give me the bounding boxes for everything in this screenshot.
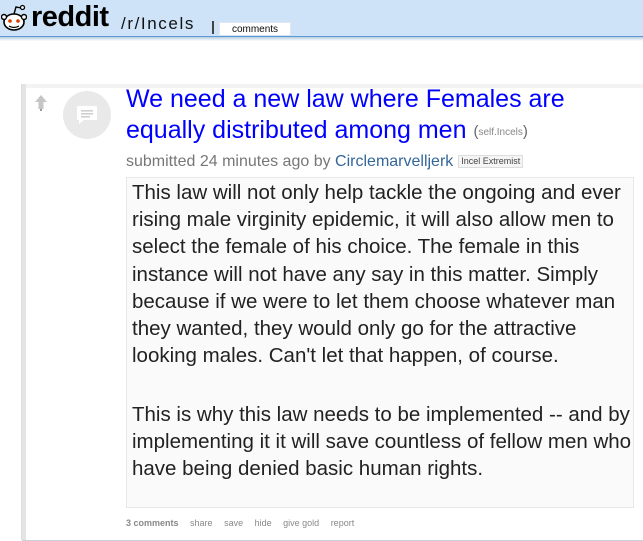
post-body: This law will not only help tackle the o… xyxy=(126,177,634,508)
post-author-link[interactable]: Circlemarvelljerk xyxy=(335,153,453,170)
reddit-alien-icon[interactable] xyxy=(1,2,27,33)
body-paragraph-1: This law will not only help tackle the o… xyxy=(132,181,621,368)
self-post-thumbnail[interactable] xyxy=(63,91,111,139)
site-header: reddit /r/Incels comments xyxy=(0,0,643,37)
give-gold-button[interactable]: give gold xyxy=(283,518,319,528)
tagline-submitted: submitted xyxy=(126,153,196,170)
tagline-time: 24 minutes ago xyxy=(199,153,310,170)
share-button[interactable]: share xyxy=(190,518,213,528)
reddit-logo-text[interactable]: reddit xyxy=(31,0,109,34)
save-button[interactable]: save xyxy=(224,518,243,528)
tab-comments[interactable]: comments xyxy=(219,22,291,35)
post-card: We need a new law where Females are equa… xyxy=(22,84,643,540)
report-button[interactable]: report xyxy=(331,518,355,528)
header-shadow xyxy=(0,37,643,41)
tab-separator xyxy=(212,21,214,34)
post-domain[interactable]: (self.Incels) xyxy=(473,123,527,140)
author-flair: Incel Extremist xyxy=(458,155,524,168)
score-dot xyxy=(40,109,42,111)
comments-button[interactable]: 3 comments xyxy=(126,518,179,528)
tagline-by: by xyxy=(313,153,331,170)
card-left-border xyxy=(22,84,26,540)
post-domain-text[interactable]: self.Incels xyxy=(478,127,522,138)
post-title-block: We need a new law where Females are equa… xyxy=(126,84,626,148)
upvote-arrow-icon[interactable] xyxy=(34,94,48,114)
hide-button[interactable]: hide xyxy=(255,518,272,528)
post-action-buttons: 3 comments share save hide give gold rep… xyxy=(126,518,363,528)
subreddit-name[interactable]: /r/Incels xyxy=(121,14,195,34)
self-post-icon xyxy=(77,106,97,124)
body-paragraph-2: This is why this law needs to be impleme… xyxy=(132,403,632,481)
post-tagline: submitted 24 minutes ago by Circlemarvel… xyxy=(126,152,524,172)
